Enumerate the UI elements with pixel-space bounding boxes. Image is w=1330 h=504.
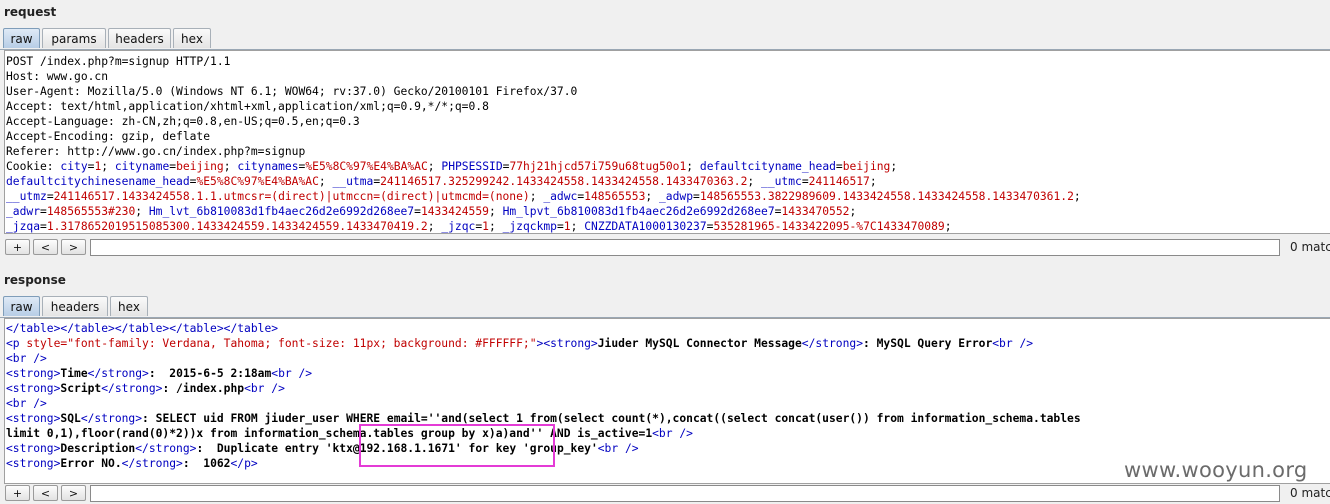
tab-response-raw[interactable]: raw [3, 296, 40, 316]
response-line: <br /> [6, 397, 47, 410]
response-search-prev-button[interactable]: < [33, 485, 58, 501]
response-tabbar: raw headers hex [0, 295, 1330, 318]
response-search-next-button[interactable]: > [61, 485, 86, 501]
tab-request-hex[interactable]: hex [173, 28, 211, 48]
request-section-title: request [4, 5, 57, 19]
tab-request-headers[interactable]: headers [108, 28, 171, 48]
annotation-highlight-box [359, 424, 555, 467]
response-line: <strong>SQL</strong>: SELECT uid FROM ji… [6, 412, 1081, 425]
response-line: <strong>Description</strong>: Duplicate … [6, 442, 639, 455]
request-search-prev-button[interactable]: < [33, 239, 58, 255]
request-line: Accept-Language: zh-CN,zh;q=0.8,en-US;q=… [6, 115, 360, 128]
response-section-title: response [4, 273, 66, 287]
request-match-count: 0 matches [1290, 240, 1330, 254]
request-line: User-Agent: Mozilla/5.0 (Windows NT 6.1;… [6, 85, 578, 98]
request-search-add-button[interactable]: + [5, 239, 30, 255]
request-line: Accept-Encoding: gzip, deflate [6, 130, 211, 143]
request-search-bar: + < > 0 matches [0, 236, 1330, 258]
tab-request-params[interactable]: params [42, 28, 106, 48]
cookie-line: defaultcitychinesename_head=%E5%8C%97%E4… [6, 175, 877, 188]
request-line: Host: www.go.cn [6, 70, 109, 83]
response-search-add-button[interactable]: + [5, 485, 30, 501]
cookie-line: _jzqa=1.3178652019515085300.1433424559.1… [6, 220, 952, 233]
response-line: </table></table></table></table></table> [6, 322, 279, 335]
request-line: POST /index.php?m=signup HTTP/1.1 [6, 55, 231, 68]
tab-response-headers[interactable]: headers [42, 296, 108, 316]
response-search-bar: + < > 0 matches [0, 482, 1330, 504]
request-tabbar: raw params headers hex [0, 27, 1330, 50]
request-editor[interactable]: POST /index.php?m=signup HTTP/1.1 Host: … [4, 50, 1330, 234]
request-search-next-button[interactable]: > [61, 239, 86, 255]
cookie-line: __utmz=241146517.1433424558.1.1.utmcsr=(… [6, 190, 1081, 203]
request-line: Referer: http://www.go.cn/index.php?m=si… [6, 145, 306, 158]
tab-request-raw[interactable]: raw [3, 28, 40, 48]
response-line: <strong>Time</strong>: 2015-6-5 2:18am<b… [6, 367, 313, 380]
watermark: www.wooyun.org [1124, 458, 1308, 482]
response-line: <strong>Script</strong>: /index.php<br /… [6, 382, 285, 395]
request-search-input[interactable] [90, 239, 1280, 256]
cookie-line: Cookie: city=1; cityname=beijing; cityna… [6, 160, 898, 173]
response-line: <br /> [6, 352, 47, 365]
request-line: Accept: text/html,application/xhtml+xml,… [6, 100, 489, 113]
response-line: limit 0,1),floor(rand(0)*2))x from infor… [6, 427, 693, 440]
cookie-line: _adwr=148565553#230; Hm_lvt_6b810083d1fb… [6, 205, 857, 218]
response-line: <p style="font-family: Verdana, Tahoma; … [6, 337, 1034, 350]
response-search-input[interactable] [90, 485, 1280, 502]
tab-response-hex[interactable]: hex [110, 296, 148, 316]
